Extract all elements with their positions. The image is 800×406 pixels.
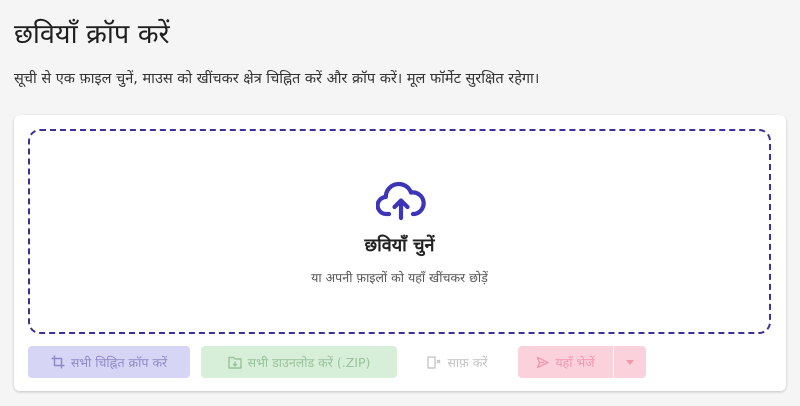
clear-label: साफ़ करें [447, 354, 488, 370]
send-options-dropdown[interactable] [614, 346, 646, 378]
send-here-button[interactable]: यहाँ भेजें [518, 346, 613, 378]
crop-all-label: सभी चिह्नित क्रॉप करें [70, 354, 168, 370]
clear-list-icon [427, 355, 441, 369]
crop-all-button[interactable]: सभी चिह्नित क्रॉप करें [28, 346, 190, 378]
clear-button[interactable]: साफ़ करें [408, 346, 507, 378]
dropzone-title: छवियाँ चुनें [364, 235, 435, 256]
crop-icon [51, 355, 65, 369]
folder-download-icon [227, 356, 242, 369]
download-zip-label: सभी डाउनलोड करें (.ZIP) [247, 354, 371, 370]
download-zip-button[interactable]: सभी डाउनलोड करें (.ZIP) [201, 346, 397, 378]
page-title: छवियाँ क्रॉप करें [14, 19, 170, 50]
page-description: सूची से एक फ़ाइल चुनें, माउस को खींचकर क… [14, 71, 540, 87]
file-dropzone[interactable]: छवियाँ चुनें या अपनी फ़ाइलों को यहाँ खीं… [28, 129, 771, 334]
dropzone-subtitle: या अपनी फ़ाइलों को यहाँ खींचकर छोड़ें [311, 270, 488, 285]
cloud-upload-icon [376, 181, 426, 221]
send-here-label: यहाँ भेजें [555, 354, 595, 370]
send-icon [537, 356, 550, 368]
cropper-card: छवियाँ चुनें या अपनी फ़ाइलों को यहाँ खीं… [14, 115, 786, 391]
chevron-down-icon [626, 359, 634, 365]
